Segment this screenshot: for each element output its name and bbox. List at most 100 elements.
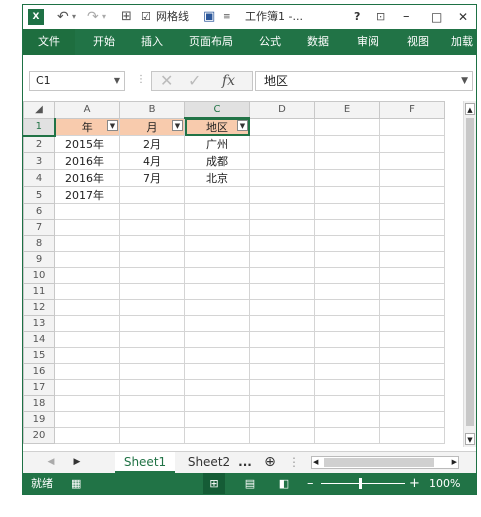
cell[interactable]: [184, 299, 250, 316]
vertical-scrollbar[interactable]: ▲ ▼: [463, 101, 476, 447]
cell[interactable]: [379, 169, 445, 187]
cell-table[interactable]: ◢ A B C D E F 1 年 ▼ 月 ▼ 地区 ▼ 2 2015年 2月 广州 3 2016年 4月…: [23, 101, 445, 444]
cell[interactable]: [314, 169, 380, 187]
tab-sheet2[interactable]: Sheet2: [181, 452, 237, 473]
cell[interactable]: 2017年: [54, 186, 120, 204]
cell[interactable]: [249, 315, 315, 332]
cell[interactable]: [184, 379, 250, 396]
cell[interactable]: [314, 299, 380, 316]
cell[interactable]: [314, 219, 380, 236]
filter-dropdown-icon[interactable]: ▼: [107, 119, 118, 131]
cell[interactable]: [54, 379, 120, 396]
expand-formula-bar-icon[interactable]: ▼: [461, 72, 468, 90]
scrollbar-thumb[interactable]: [466, 118, 474, 426]
cell[interactable]: [119, 219, 185, 236]
formula-bar-grip-icon[interactable]: ⋮: [136, 74, 146, 85]
horizontal-scrollbar[interactable]: ◀ ▶: [311, 456, 459, 469]
cell[interactable]: 广州: [184, 135, 250, 153]
cell[interactable]: [249, 152, 315, 170]
gridlines-checkbox-icon[interactable]: ☑: [141, 5, 151, 29]
column-header-d[interactable]: D: [249, 101, 315, 119]
cell[interactable]: [184, 411, 250, 428]
row-header[interactable]: 15: [23, 347, 55, 364]
cell[interactable]: [119, 395, 185, 412]
redo-dropdown-icon[interactable]: ▾: [102, 5, 106, 29]
undo-dropdown-icon[interactable]: ▾: [72, 5, 76, 29]
cell[interactable]: [379, 395, 445, 412]
excel-app-icon[interactable]: X: [28, 9, 44, 25]
cell[interactable]: [184, 347, 250, 364]
cell[interactable]: [54, 203, 120, 220]
cell[interactable]: 北京: [184, 169, 250, 187]
cell[interactable]: [119, 411, 185, 428]
cell[interactable]: [379, 283, 445, 300]
cell[interactable]: [249, 186, 315, 204]
help-button[interactable]: ?: [354, 5, 360, 29]
cell[interactable]: [249, 219, 315, 236]
row-header[interactable]: 3: [23, 152, 55, 170]
cell[interactable]: [54, 411, 120, 428]
chevron-down-icon[interactable]: ▼: [114, 72, 120, 90]
cell[interactable]: [379, 379, 445, 396]
cell[interactable]: [119, 299, 185, 316]
tab-scroll-right-icon[interactable]: ▶: [71, 452, 83, 473]
undo-icon[interactable]: ↶: [57, 5, 69, 29]
row-header[interactable]: 4: [23, 169, 55, 187]
cell[interactable]: [184, 363, 250, 380]
ribbon-display-icon[interactable]: ⊡: [376, 5, 385, 29]
cell[interactable]: [54, 235, 120, 252]
cell[interactable]: [119, 203, 185, 220]
cell[interactable]: [249, 347, 315, 364]
tab-view[interactable]: 视图: [395, 29, 441, 55]
cell[interactable]: [119, 186, 185, 204]
tab-insert[interactable]: 插入: [129, 29, 175, 55]
row-header[interactable]: 14: [23, 331, 55, 348]
insert-function-button[interactable]: fx: [222, 72, 235, 90]
cell[interactable]: [379, 427, 445, 444]
cell[interactable]: [54, 267, 120, 284]
row-header[interactable]: 19: [23, 411, 55, 428]
tab-scroll-left-icon[interactable]: ◀: [45, 452, 57, 473]
cell[interactable]: [249, 427, 315, 444]
zoom-in-button[interactable]: +: [409, 473, 420, 494]
scroll-down-icon[interactable]: ▼: [465, 433, 475, 445]
cell[interactable]: [314, 331, 380, 348]
cell[interactable]: [54, 315, 120, 332]
row-header[interactable]: 13: [23, 315, 55, 332]
zoom-level[interactable]: 100%: [429, 473, 460, 494]
cell[interactable]: [54, 427, 120, 444]
cell[interactable]: [249, 411, 315, 428]
row-header[interactable]: 9: [23, 251, 55, 268]
cell[interactable]: [249, 235, 315, 252]
cell[interactable]: [314, 235, 380, 252]
normal-view-icon[interactable]: ⊞: [203, 473, 225, 494]
cell[interactable]: [314, 395, 380, 412]
cancel-icon[interactable]: ✕: [160, 72, 173, 90]
cell[interactable]: [379, 267, 445, 284]
cell[interactable]: [314, 411, 380, 428]
cell[interactable]: 2月: [119, 135, 185, 153]
cell[interactable]: [184, 251, 250, 268]
cell[interactable]: [314, 347, 380, 364]
row-header[interactable]: 10: [23, 267, 55, 284]
row-header[interactable]: 5: [23, 186, 55, 204]
filter-dropdown-icon[interactable]: ▼: [237, 120, 248, 131]
hscroll-left-icon[interactable]: ◀: [313, 457, 318, 468]
cell[interactable]: [379, 331, 445, 348]
cell[interactable]: [249, 251, 315, 268]
column-header-f[interactable]: F: [379, 101, 445, 119]
macro-record-icon[interactable]: ▦: [71, 473, 81, 494]
cell[interactable]: [314, 363, 380, 380]
cell[interactable]: [379, 299, 445, 316]
cell[interactable]: [54, 395, 120, 412]
cell[interactable]: [184, 203, 250, 220]
save-icon[interactable]: ▣: [203, 5, 215, 29]
cell[interactable]: [379, 315, 445, 332]
row-header[interactable]: 8: [23, 235, 55, 252]
cell[interactable]: [54, 299, 120, 316]
select-all-corner[interactable]: ◢: [23, 101, 55, 119]
cell[interactable]: [249, 169, 315, 187]
cell[interactable]: [184, 267, 250, 284]
close-button[interactable]: ✕: [458, 5, 468, 29]
cell[interactable]: [249, 379, 315, 396]
